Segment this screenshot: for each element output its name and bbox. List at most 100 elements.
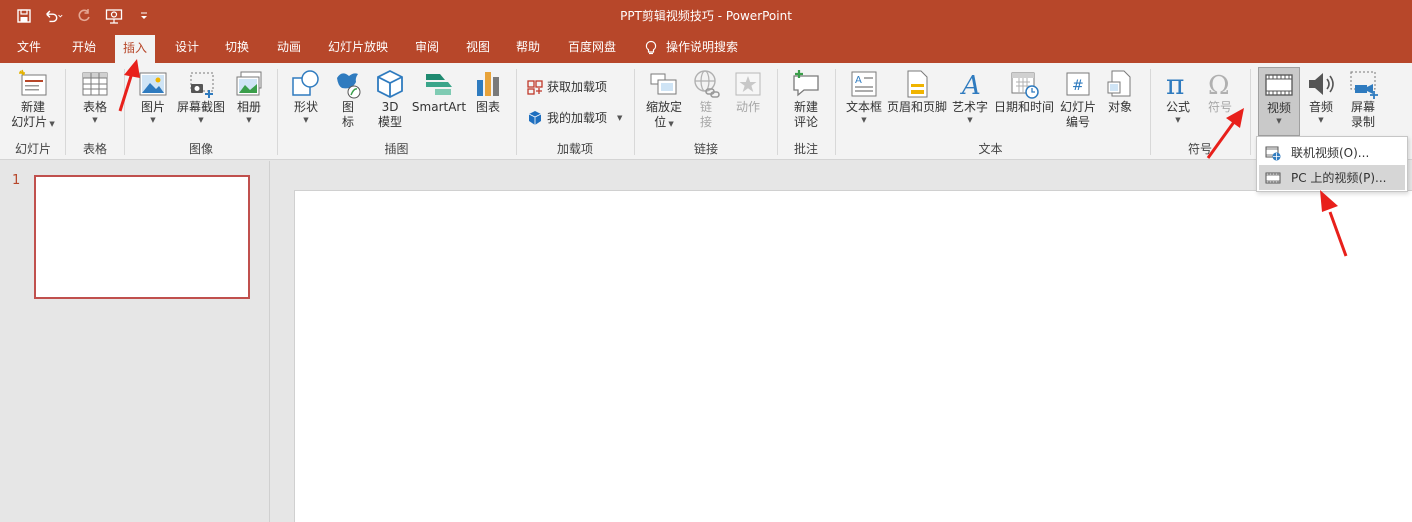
group-label-links: 链接: [693, 142, 718, 156]
new-slide-icon: [19, 69, 47, 96]
3d-models-label-1: 3D: [381, 100, 399, 114]
date-time-button[interactable]: 日期和时间: [992, 68, 1056, 115]
new-comment-button[interactable]: 新建 评论: [786, 68, 826, 130]
tab-home[interactable]: 开始: [72, 32, 96, 63]
svg-text:π: π: [1166, 68, 1184, 100]
new-comment-label-2: 评论: [793, 115, 818, 129]
wordart-button[interactable]: A 艺术字 ▼: [950, 68, 990, 125]
zoom-button[interactable]: 缩放定 位 ▼: [643, 68, 685, 130]
star-icon: [735, 72, 761, 96]
new-slide-button[interactable]: 新建 幻灯片 ▼: [6, 68, 60, 130]
textbox-label: 文本框: [845, 100, 882, 114]
group-label-tables: 表格: [82, 142, 107, 156]
smartart-button[interactable]: SmartArt: [411, 68, 467, 115]
zoom-label-2: 位: [654, 115, 667, 129]
my-addins-label: 我的加载项: [547, 111, 608, 125]
chevron-down-icon: ▼: [47, 120, 55, 128]
icons-label-2: 标: [341, 115, 354, 129]
shapes-icon: [292, 70, 319, 96]
group-label-slides: 幻灯片: [14, 142, 51, 156]
tab-transitions[interactable]: 切换: [225, 32, 249, 63]
tab-baidu[interactable]: 百度网盘: [568, 32, 616, 63]
textbox-icon: A: [851, 71, 877, 97]
video-label: 视频: [1266, 101, 1291, 115]
screen-recording-button[interactable]: 屏幕 录制: [1344, 68, 1382, 130]
slide-number-button[interactable]: # 幻灯片 编号: [1058, 68, 1098, 130]
speaker-icon: [1309, 73, 1334, 95]
menu-item-online-video-label: 联机视频(O)...: [1291, 146, 1370, 160]
slide-thumbnail[interactable]: [34, 175, 250, 299]
window-title: PPT剪辑视频技巧 - PowerPoint: [620, 9, 792, 23]
chevron-down-icon: ▼: [246, 116, 252, 124]
menu-item-online-video[interactable]: 联机视频(O)...: [1259, 140, 1405, 165]
new-slide-label-2: 幻灯片: [11, 115, 48, 129]
film-icon: [1265, 74, 1293, 96]
chevron-down-icon: ▼: [1276, 117, 1282, 125]
video-button[interactable]: 视频 ▼: [1258, 67, 1300, 136]
tab-file[interactable]: 文件: [17, 32, 41, 63]
chart-button[interactable]: 图表: [470, 68, 506, 115]
svg-text:A: A: [960, 71, 981, 100]
audio-label: 音频: [1308, 100, 1333, 114]
3d-models-button[interactable]: 3D 模型: [372, 68, 408, 130]
store-icon: [527, 79, 543, 95]
wordart-icon: A: [960, 71, 981, 100]
tell-me-search[interactable]: 操作说明搜索: [644, 32, 738, 63]
zoom-label-1: 缩放定: [645, 100, 682, 114]
tab-help[interactable]: 帮助: [516, 32, 540, 63]
group-label-text: 文本: [978, 142, 1003, 156]
icons-button[interactable]: 图 标: [331, 68, 365, 130]
object-button[interactable]: 对象: [1102, 68, 1138, 115]
textbox-button[interactable]: A 文本框 ▼: [843, 68, 885, 125]
zoom-icon: [650, 73, 677, 95]
new-slide-label-1: 新建: [20, 100, 45, 114]
header-footer-label: 页眉和页脚: [886, 100, 947, 114]
chart-icon: [477, 72, 499, 96]
annotation-arrow-video-button: [1206, 108, 1244, 159]
equation-button[interactable]: π 公式 ▼: [1160, 68, 1196, 125]
group-divider: [1150, 69, 1151, 155]
action-label: 动作: [735, 100, 760, 114]
my-addins-button[interactable]: 我的加载项 ▼: [527, 109, 622, 126]
tab-slideshow[interactable]: 幻灯片放映: [328, 32, 388, 63]
date-time-label: 日期和时间: [993, 100, 1054, 114]
tab-review[interactable]: 审阅: [415, 32, 439, 63]
photo-album-button[interactable]: 相册 ▼: [230, 68, 268, 125]
equation-label: 公式: [1165, 100, 1190, 114]
action-button[interactable]: 动作: [729, 68, 767, 115]
icons-label-1: 图: [341, 100, 354, 114]
tab-view[interactable]: 视图: [466, 32, 490, 63]
screen-recording-icon: [1350, 71, 1378, 99]
screenshot-button[interactable]: 屏幕截图 ▼: [174, 68, 228, 125]
video-dropdown-menu: 联机视频(O)... PC 上的视频(P)...: [1256, 136, 1408, 192]
link-button[interactable]: 链 接: [689, 68, 723, 130]
slide-number: 1: [12, 173, 21, 188]
screen-recording-label-2: 录制: [1350, 115, 1375, 129]
online-video-icon: [1265, 146, 1281, 160]
get-addins-button[interactable]: 获取加载项: [527, 78, 607, 95]
calendar-icon: [1011, 72, 1039, 99]
tab-animations[interactable]: 动画: [277, 32, 301, 63]
comment-icon: [793, 70, 819, 97]
chevron-down-icon: ▼: [861, 116, 867, 124]
smartart-label: SmartArt: [411, 100, 467, 114]
shapes-label: 形状: [293, 100, 318, 114]
header-footer-icon: [907, 70, 928, 98]
tab-design[interactable]: 设计: [175, 32, 199, 63]
annotation-arrow-insert-tab: [118, 59, 140, 112]
svg-text:Ω: Ω: [1208, 71, 1230, 100]
chevron-down-icon: ▼: [666, 120, 674, 128]
header-footer-button[interactable]: 页眉和页脚: [886, 68, 948, 115]
svg-text:A: A: [855, 75, 862, 86]
3d-models-label-2: 模型: [377, 115, 402, 129]
screen-recording-label-1: 屏幕: [1350, 100, 1375, 114]
chevron-down-icon: ▼: [198, 116, 204, 124]
link-label-2: 接: [699, 115, 712, 129]
slide-thumbnails-pane: 1: [0, 161, 270, 522]
slide-canvas[interactable]: [294, 190, 1412, 522]
chevron-down-icon: ▼: [1175, 116, 1181, 124]
wordart-label: 艺术字: [951, 100, 988, 114]
ribbon-tabs: 文件 开始 插入 设计 切换 动画 幻灯片放映 审阅 视图 帮助 百度网盘 操作…: [0, 32, 1412, 63]
shapes-button[interactable]: 形状 ▼: [287, 68, 325, 125]
audio-button[interactable]: 音频 ▼: [1302, 68, 1340, 125]
